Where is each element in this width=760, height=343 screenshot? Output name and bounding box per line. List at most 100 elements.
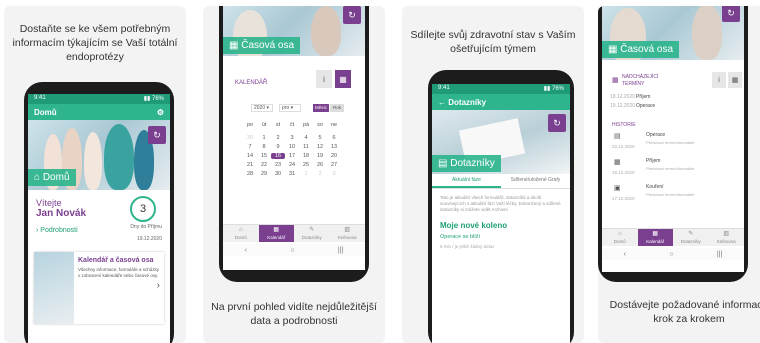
home-nav-icon[interactable]: ○ <box>669 251 673 258</box>
calendar-day[interactable]: 2 <box>313 171 327 177</box>
recents-icon[interactable]: ||| <box>717 251 722 258</box>
recents-icon[interactable]: ||| <box>338 247 343 254</box>
promo-card[interactable]: Kalendář a časová osa Všechny informace,… <box>34 252 164 324</box>
refresh-button[interactable]: ↻ <box>722 6 740 22</box>
tab-shared[interactable]: Sdílené/uložené Grafy <box>501 174 570 188</box>
month-select[interactable]: pro ▾ <box>279 104 301 112</box>
tab-domů[interactable]: ⌂ Domů <box>602 229 638 246</box>
calendar-day[interactable]: 7 <box>243 144 257 150</box>
doctor-figure <box>692 6 722 60</box>
calendar-day[interactable]: 25 <box>299 162 313 168</box>
calendar-label: KALENDÁŘ <box>235 80 268 86</box>
library-icon: ▥ <box>723 231 730 237</box>
screenshot-card-questionnaires: Sdílejte svůj zdravotní stav s Vaším oše… <box>402 6 584 343</box>
info-button[interactable]: i <box>316 70 332 88</box>
calendar-day[interactable]: 4 <box>299 135 313 141</box>
calendar-day[interactable]: 16 <box>271 153 285 159</box>
questionnaire-title[interactable]: Moje nové koleno <box>432 219 570 232</box>
screenshot-card-home: Dostaňte se ke všem potřebným informacím… <box>4 6 186 343</box>
calendar-day[interactable]: 21 <box>243 162 257 168</box>
calendar-day[interactable]: 20 <box>327 153 341 159</box>
home-nav-icon[interactable]: ○ <box>290 247 294 254</box>
android-nav-bar: ‹ ○ ||| <box>223 244 365 256</box>
refresh-button[interactable]: ↻ <box>148 126 166 144</box>
tab-kalendář[interactable]: ▦ Kalendář <box>637 229 673 246</box>
calendar-view-button[interactable]: ▦ <box>335 70 351 88</box>
view-month-toggle[interactable]: Měsíc <box>313 104 329 112</box>
calendar-day[interactable]: 5 <box>313 135 327 141</box>
event-title: Operace <box>636 103 656 109</box>
calendar-grid[interactable]: 30 1 2 3 4 5 6 7 8 9 10 11 12 13 14 15 16 17 18 19 20 21 22 23 2… <box>243 135 341 177</box>
upcoming-item[interactable]: 19.12.2020 Operace <box>610 103 736 109</box>
calendar-day[interactable]: 23 <box>271 162 285 168</box>
calendar-day[interactable]: 13 <box>327 144 341 150</box>
refresh-button[interactable]: ↻ <box>548 114 566 132</box>
calendar-day[interactable]: 19 <box>313 153 327 159</box>
app-title: Dotazníky <box>448 97 487 107</box>
calendar-view-button[interactable]: ▦ <box>728 72 742 88</box>
upcoming-list: 18.12.2020 Příjem 19.12.2020 Operace <box>610 94 736 112</box>
back-icon[interactable]: ‹ <box>245 247 247 254</box>
calendar-day[interactable]: 14 <box>243 153 257 159</box>
caption-questionnaires: Sdílejte svůj zdravotní stav s Vaším oše… <box>410 29 576 55</box>
phone-frame: ↻ ▦ Časová osa KALENDÁŘ i ▦ 2020 ▾ pro ▾… <box>219 6 369 282</box>
info-button[interactable]: i <box>712 72 726 88</box>
calendar-day[interactable]: 1 <box>257 135 271 141</box>
calendar-day[interactable]: 12 <box>313 144 327 150</box>
view-year-toggle[interactable]: Rok <box>330 104 344 112</box>
phone-frame: 9:41 ▮▮ 76% Domů ⚙ ↻ ⌂ Domů Vítejte Jan N… <box>24 82 174 343</box>
hero-photo: ↻ ▦ Časová osa <box>602 6 744 60</box>
calendar-day[interactable]: 28 <box>243 171 257 177</box>
tab-label: Domů <box>234 235 247 240</box>
calendar-day[interactable]: 22 <box>257 162 271 168</box>
calendar-day[interactable]: 15 <box>257 153 271 159</box>
calendar-day[interactable]: 2 <box>271 135 285 141</box>
history-item[interactable]: ▦ 18.12.2020 Příjem Předchozí termín/formul… <box>610 158 736 184</box>
event-date: 18.12.2020 <box>610 94 636 100</box>
calendar-day[interactable]: 6 <box>327 135 341 141</box>
calendar-day[interactable]: 3 <box>285 135 299 141</box>
calendar-day[interactable]: 9 <box>271 144 285 150</box>
refresh-button[interactable]: ↻ <box>343 6 361 24</box>
tab-dotazníky[interactable]: ✎ Dotazníky <box>294 225 330 242</box>
calendar-day[interactable]: 24 <box>285 162 299 168</box>
calendar-day[interactable]: 8 <box>257 144 271 150</box>
promo-photo <box>34 252 74 324</box>
calendar-day[interactable]: 10 <box>285 144 299 150</box>
back-icon[interactable]: ‹ <box>624 251 626 258</box>
tab-current-phase[interactable]: Aktuální fáze <box>432 174 501 188</box>
calendar-icon: ▦ <box>608 44 621 55</box>
calendar-day[interactable]: 30 <box>271 171 285 177</box>
calendar-day[interactable]: 29 <box>257 171 271 177</box>
history-label: HISTORIE <box>612 122 636 128</box>
calendar-weekday-header: po út st čt pá so ne <box>243 122 341 128</box>
calendar-day[interactable]: 11 <box>299 144 313 150</box>
calendar-day[interactable]: 30 <box>243 135 257 141</box>
back-arrow-icon[interactable]: ← <box>438 98 448 107</box>
questionnaire-subtitle[interactable]: Operace se blíží <box>432 232 570 242</box>
history-item[interactable]: ▤ 22.12.2020 Operace Předchozí termín/formu… <box>610 132 736 158</box>
tab-domů[interactable]: ⌂ Domů <box>223 225 259 242</box>
year-select[interactable]: 2020 ▾ <box>251 104 273 112</box>
calendar-day[interactable]: 31 <box>285 171 299 177</box>
surgeon-figure <box>104 124 134 190</box>
tab-knihovna[interactable]: ▥ Knihovna <box>330 225 366 242</box>
weekday-label: čt <box>289 122 295 128</box>
clipboard-icon: ▤ <box>614 133 621 140</box>
tab-label: Dotazníky <box>680 239 701 244</box>
calendar-day[interactable]: 1 <box>299 171 313 177</box>
tab-dotazníky[interactable]: ✎ Dotazníky <box>673 229 709 246</box>
calendar-day[interactable]: 18 <box>299 153 313 159</box>
history-item[interactable]: ▣ 17.12.2020 Kouření Předchozí termín/formu… <box>610 184 736 210</box>
calendar-day[interactable]: 3 <box>327 171 341 177</box>
upcoming-item[interactable]: 18.12.2020 Příjem <box>610 94 736 100</box>
phone-frame: 9:41 ▮▮ 76% ← Dotazníky ↻ ▤ Dotazníky Akt… <box>428 70 574 343</box>
calendar-day[interactable]: 27 <box>327 162 341 168</box>
section-tab-label: Časová osa <box>241 40 295 51</box>
calendar-day[interactable]: 26 <box>313 162 327 168</box>
hero-photo: ↻ ⌂ Domů <box>28 120 170 190</box>
tab-kalendář[interactable]: ▦ Kalendář <box>258 225 294 242</box>
tab-knihovna[interactable]: ▥ Knihovna <box>709 229 745 246</box>
calendar-day[interactable]: 17 <box>285 153 299 159</box>
settings-icon[interactable]: ⚙ <box>157 108 164 117</box>
